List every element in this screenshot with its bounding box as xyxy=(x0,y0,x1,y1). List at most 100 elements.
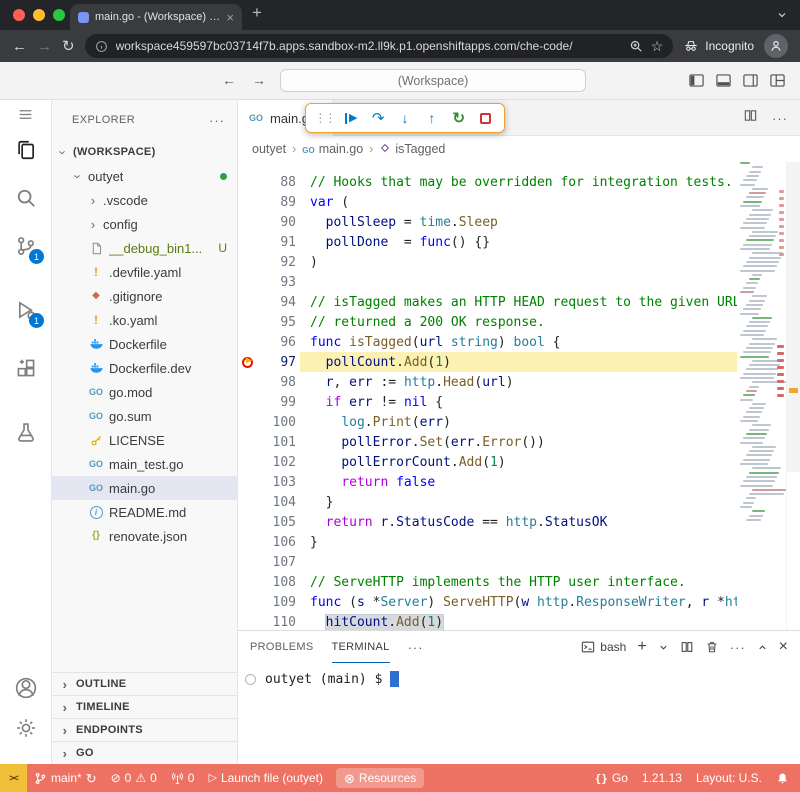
browser-forward-button[interactable]: → xyxy=(37,39,52,54)
tree-item-outyet[interactable]: ›outyet xyxy=(52,164,237,188)
line-number[interactable]: 99 xyxy=(238,395,296,410)
line-number[interactable]: 89 xyxy=(238,195,296,210)
panel-tab-problems[interactable]: PROBLEMS xyxy=(250,631,314,663)
terminal-profile-chevron-icon[interactable] xyxy=(658,642,669,653)
tree-item-vscode[interactable]: ›.vscode xyxy=(52,188,237,212)
status-ports[interactable]: 0 xyxy=(164,764,202,792)
zoom-icon[interactable] xyxy=(629,39,643,53)
customize-layout-icon[interactable] xyxy=(769,72,786,94)
tree-item-dockerfile-dev[interactable]: Dockerfile.dev xyxy=(52,356,237,380)
minimap[interactable] xyxy=(737,162,787,630)
line-number[interactable]: 107 xyxy=(238,555,296,570)
toggle-panel-icon[interactable] xyxy=(715,72,732,94)
close-panel-icon[interactable]: × xyxy=(779,638,788,656)
line-number[interactable]: 102 xyxy=(238,455,296,470)
bookmark-star-icon[interactable]: ☆ xyxy=(651,38,664,55)
zoom-window-button[interactable] xyxy=(53,9,65,21)
explorer-icon[interactable] xyxy=(0,132,51,168)
line-number[interactable]: 95 xyxy=(238,315,296,330)
terminal-shell-selector[interactable]: bash xyxy=(581,640,626,654)
debug-restart-button[interactable]: ↻ xyxy=(446,106,471,130)
line-number[interactable]: 105 xyxy=(238,515,296,530)
terminal-output[interactable]: outyet (main) $ xyxy=(245,671,399,687)
tree-item-dockerfile[interactable]: Dockerfile xyxy=(52,332,237,356)
status-go-version[interactable]: 1.21.13 xyxy=(635,764,689,792)
history-forward-button[interactable]: → xyxy=(252,72,266,88)
menu-icon[interactable] xyxy=(0,100,51,128)
status-keyboard-layout[interactable]: Layout: U.S. xyxy=(689,764,769,792)
toggle-sidebar-icon[interactable] xyxy=(688,72,705,94)
line-number[interactable]: 94 xyxy=(238,295,296,310)
line-number[interactable]: 98 xyxy=(238,375,296,390)
settings-gear-icon[interactable] xyxy=(0,710,51,746)
line-number[interactable]: 88 xyxy=(238,175,296,190)
tree-item-main-test-go[interactable]: GOmain_test.go xyxy=(52,452,237,476)
tree-item-license[interactable]: LICENSE xyxy=(52,428,237,452)
debug-toolbar-drag-handle[interactable]: ⋮⋮ xyxy=(312,106,337,130)
tree-item-workspace[interactable]: ›(WORKSPACE) xyxy=(52,140,237,164)
line-number[interactable]: 109 xyxy=(238,595,296,610)
test-beaker-icon[interactable] xyxy=(0,414,51,450)
overview-ruler[interactable] xyxy=(786,162,800,630)
extensions-icon[interactable] xyxy=(0,350,51,386)
source-control-icon[interactable]: 1 xyxy=(0,228,51,264)
account-icon[interactable] xyxy=(0,670,51,706)
tree-item-readme-md[interactable]: iREADME.md xyxy=(52,500,237,524)
minimize-window-button[interactable] xyxy=(33,9,45,21)
panel-more-tabs-icon[interactable]: ··· xyxy=(408,640,424,655)
line-number[interactable]: 90 xyxy=(238,215,296,230)
split-terminal-button[interactable] xyxy=(680,640,694,654)
close-window-button[interactable] xyxy=(13,9,25,21)
section-outline[interactable]: ›OUTLINE xyxy=(52,672,237,695)
panel-more-actions-icon[interactable]: ··· xyxy=(730,640,746,655)
breadcrumb-item-main-go[interactable]: GOmain.go xyxy=(302,142,363,156)
url-text[interactable]: workspace459597bc03714f7b.apps.sandbox-m… xyxy=(116,39,621,53)
run-debug-icon[interactable]: 1 xyxy=(0,292,51,328)
section-endpoints[interactable]: ›ENDPOINTS xyxy=(52,718,237,741)
tree-item-devfile-yaml[interactable]: !.devfile.yaml xyxy=(52,260,237,284)
tree-item-debug-bin1[interactable]: __debug_bin1...U xyxy=(52,236,237,260)
browser-tab[interactable]: main.go - (Workspace) — Che × xyxy=(70,4,242,30)
tree-item-gitignore[interactable]: ◆.gitignore xyxy=(52,284,237,308)
line-number[interactable]: 101 xyxy=(238,435,296,450)
tree-item-ko-yaml[interactable]: !.ko.yaml xyxy=(52,308,237,332)
site-info-icon[interactable] xyxy=(95,40,108,53)
debug-step-into-button[interactable]: ↓ xyxy=(393,106,418,130)
status-git-branch[interactable]: main*↻ xyxy=(27,764,104,792)
maximize-panel-icon[interactable] xyxy=(757,642,768,653)
explorer-more-actions-icon[interactable]: ··· xyxy=(209,113,225,128)
tab-close-icon[interactable]: × xyxy=(226,11,234,24)
status-notifications[interactable] xyxy=(769,764,796,792)
debug-step-out-button[interactable]: ↑ xyxy=(419,106,444,130)
status-launch-config[interactable]: ▷Launch file (outyet) xyxy=(201,764,330,792)
search-icon[interactable] xyxy=(0,180,51,216)
section-timeline[interactable]: ›TIMELINE xyxy=(52,695,237,718)
line-number[interactable]: 92 xyxy=(238,255,296,270)
debug-step-over-button[interactable]: ↷ xyxy=(366,106,391,130)
code-editor[interactable]: 88// Hooks that may be overridden for in… xyxy=(238,162,800,630)
debug-continue-button[interactable]: ▶ xyxy=(339,106,364,130)
tree-item-config[interactable]: ›config xyxy=(52,212,237,236)
line-number[interactable]: 103 xyxy=(238,475,296,490)
line-number[interactable]: 91 xyxy=(238,235,296,250)
status-resources[interactable]: ⊗Resources xyxy=(336,768,424,788)
panel-tab-terminal[interactable]: TERMINAL xyxy=(332,631,390,663)
line-number[interactable]: 100 xyxy=(238,415,296,430)
kill-terminal-button[interactable] xyxy=(705,640,719,654)
breadcrumb-item-outyet[interactable]: outyet xyxy=(252,142,286,156)
tree-item-main-go[interactable]: GOmain.go xyxy=(52,476,237,500)
editor-more-actions-icon[interactable]: ··· xyxy=(772,111,788,126)
tree-item-go-sum[interactable]: GOgo.sum xyxy=(52,404,237,428)
profile-avatar[interactable] xyxy=(764,34,788,58)
browser-back-button[interactable]: ← xyxy=(12,39,27,54)
status-go-language-status[interactable]: {}Go xyxy=(588,764,635,792)
address-bar[interactable]: workspace459597bc03714f7b.apps.sandbox-m… xyxy=(85,34,674,58)
status-remote-indicator[interactable]: >< xyxy=(0,764,27,792)
scrollbar-slider[interactable] xyxy=(787,162,800,472)
line-number[interactable]: 96 xyxy=(238,335,296,350)
line-number[interactable]: 106 xyxy=(238,535,296,550)
line-number[interactable]: 108 xyxy=(238,575,296,590)
line-number[interactable]: 110 xyxy=(238,615,296,630)
split-editor-icon[interactable] xyxy=(743,108,758,128)
new-terminal-button[interactable]: + xyxy=(637,638,646,656)
